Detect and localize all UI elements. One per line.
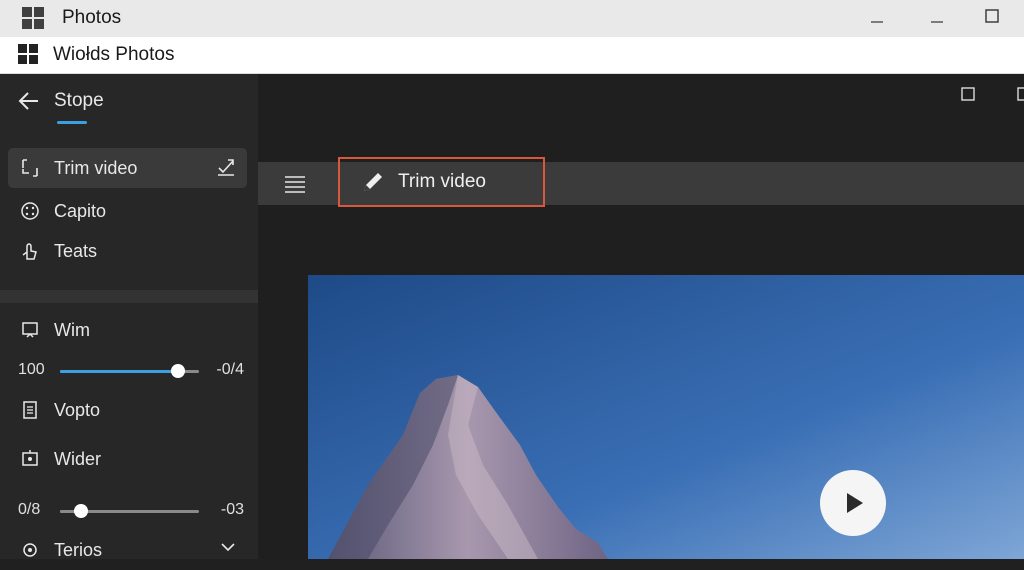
pencil-icon <box>364 173 382 191</box>
sidebar-item-vopto[interactable]: Vopto <box>8 390 247 430</box>
editor-toolbar: Trim video <box>258 157 1024 207</box>
slider-1-thumb[interactable] <box>171 364 186 378</box>
sidebar-item-wider[interactable]: Wider <box>8 439 247 479</box>
sidebar-item-label: Vopto <box>54 399 101 420</box>
sidebar: Stope Trim video Capito Teats Wim 100 -0… <box>0 74 258 560</box>
restore-button[interactable] <box>912 0 962 32</box>
back-arrow-icon <box>18 92 38 110</box>
maximize-button[interactable] <box>967 0 1017 32</box>
minimize-icon <box>871 21 883 23</box>
windows-logo-icon <box>18 44 38 64</box>
screen-crop-icon <box>18 318 42 342</box>
minimize-icon <box>931 21 943 23</box>
window-title: Photos <box>62 7 122 28</box>
slider-2-min: 0/8 <box>18 501 41 518</box>
section-divider <box>0 290 258 303</box>
sidebar-item-terios[interactable]: Terios <box>8 530 247 570</box>
sidebar-item-label: Wider <box>54 448 102 469</box>
sidebar-item-label: Trim video <box>54 157 138 178</box>
slider-2[interactable]: 0/8 -03 <box>18 499 248 523</box>
app-title: Wiołds Photos <box>53 44 175 65</box>
sidebar-item-label: Capito <box>54 200 107 221</box>
sidebar-item-label: Teats <box>54 240 98 261</box>
slider-1-max: -0/4 <box>216 361 244 378</box>
dots-circle-icon <box>18 199 42 223</box>
back-label: Stope <box>54 90 104 111</box>
maximize-icon <box>985 9 999 23</box>
menu-lines-icon[interactable] <box>284 174 306 194</box>
slider-1-fill <box>60 370 179 373</box>
trim-icon <box>18 156 42 180</box>
sidebar-item-capito[interactable]: Capito <box>8 191 247 231</box>
gear-icon <box>18 538 42 562</box>
play-icon <box>847 493 863 513</box>
video-preview[interactable] <box>308 275 1024 559</box>
sidebar-item-teats[interactable]: Teats <box>8 231 247 271</box>
main-content: Trim video <box>258 74 1024 559</box>
document-icon <box>18 398 42 422</box>
trim-video-button[interactable]: Trim video <box>338 157 545 207</box>
sidebar-item-wim[interactable]: Wim <box>8 310 247 350</box>
chevron-down-icon[interactable] <box>219 538 237 561</box>
sidebar-item-label: Wim <box>54 319 90 340</box>
slider-1[interactable]: 100 -0/4 <box>18 359 248 383</box>
sidebar-item-label: Terios <box>54 539 103 560</box>
window-square-icon[interactable] <box>960 86 976 102</box>
hand-pointer-icon <box>18 239 42 263</box>
window-titlebar: Photos <box>0 0 1024 37</box>
frame-icon <box>18 447 42 471</box>
app-header: Wiołds Photos <box>0 37 1024 74</box>
sidebar-item-trim-video[interactable]: Trim video <box>8 148 247 188</box>
back-button[interactable]: Stope <box>18 88 104 114</box>
selection-indicator <box>57 121 87 124</box>
slider-2-thumb[interactable] <box>73 504 88 518</box>
play-button[interactable] <box>820 470 886 536</box>
slider-1-min: 100 <box>18 361 45 378</box>
check-export-icon <box>215 156 237 183</box>
minimize-button[interactable] <box>852 0 902 32</box>
windows-logo-icon <box>22 7 44 29</box>
slider-2-max: -03 <box>220 501 244 518</box>
trim-video-label: Trim video <box>398 171 486 192</box>
window-square-icon[interactable] <box>1016 86 1024 102</box>
mountain-image <box>308 275 1024 559</box>
